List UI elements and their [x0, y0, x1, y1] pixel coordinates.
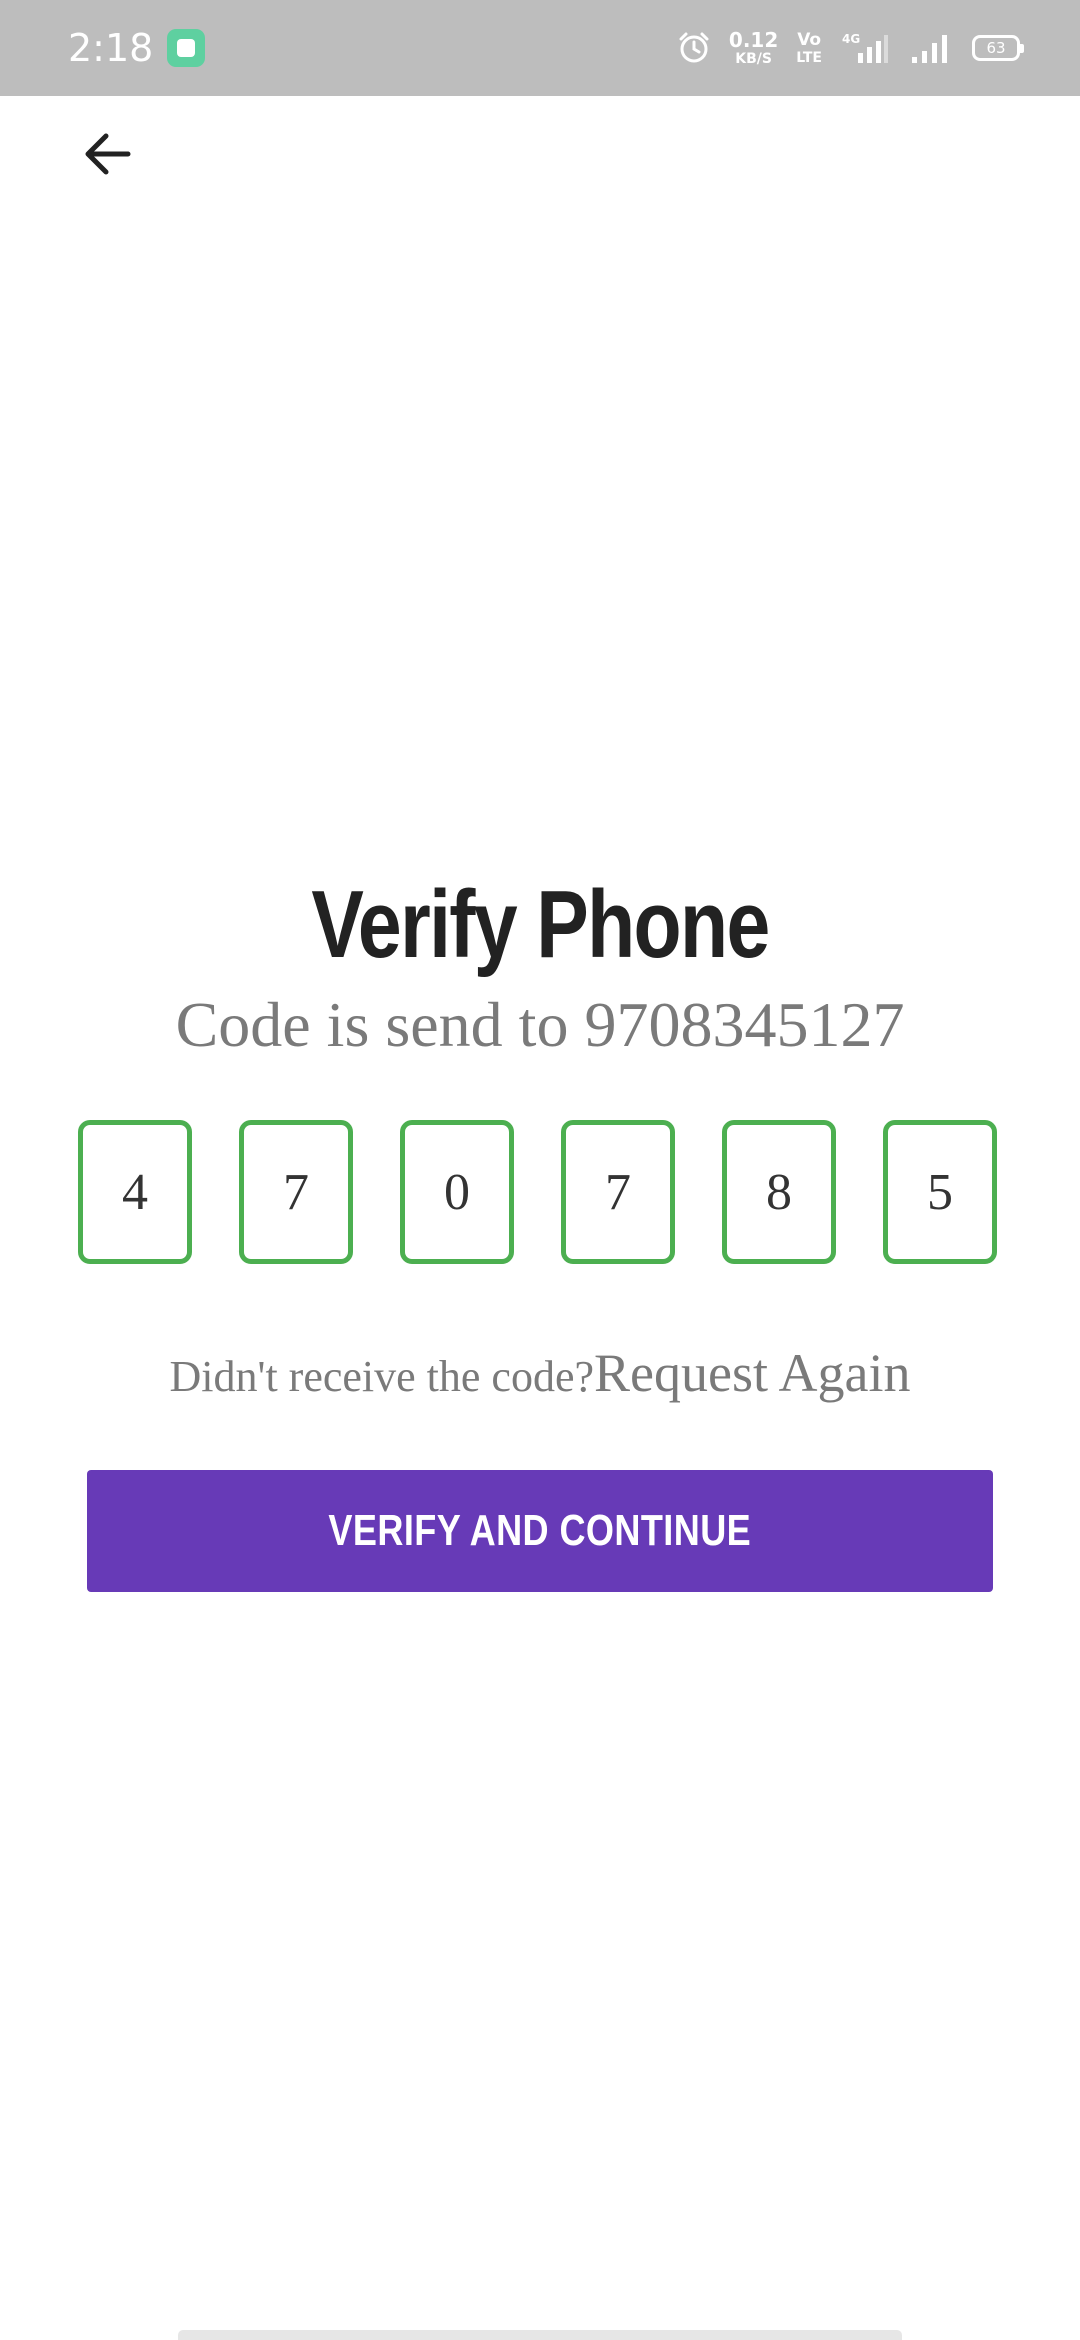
signal-4g-icon: 4G: [842, 32, 888, 63]
otp-digit-4[interactable]: 7: [561, 1120, 675, 1264]
status-bar: 2:18 0.12 KB/S Vo LTE 4G 63: [0, 0, 1080, 96]
status-time: 2:18: [68, 26, 154, 70]
resend-line: Didn't receive the code?Request Again: [0, 1342, 1080, 1404]
battery-icon: 63: [972, 35, 1024, 61]
resend-prompt: Didn't receive the code?: [169, 1352, 595, 1401]
otp-digit-2[interactable]: 7: [239, 1120, 353, 1264]
app-notification-icon: [167, 29, 205, 67]
status-icons: 0.12 KB/S Vo LTE 4G 63: [677, 0, 1024, 96]
alarm-icon: [679, 32, 709, 63]
verify-and-continue-button[interactable]: VERIFY AND CONTINUE: [87, 1470, 993, 1592]
network-speed: 0.12 KB/S: [729, 30, 778, 66]
volte-top: Vo: [797, 29, 822, 50]
arrow-left-icon: [85, 133, 131, 175]
volte-indicator: Vo LTE: [796, 29, 822, 66]
back-button[interactable]: [66, 112, 150, 196]
volte-bottom: LTE: [796, 49, 822, 66]
gesture-nav-handle: [178, 2330, 902, 2340]
battery-level: 63: [986, 39, 1006, 57]
page-title: Verify Phone: [311, 871, 770, 978]
otp-digit-3[interactable]: 0: [400, 1120, 514, 1264]
otp-digit-5[interactable]: 8: [722, 1120, 836, 1264]
network-speed-unit: KB/S: [735, 51, 772, 67]
verify-button-label: VERIFY AND CONTINUE: [328, 1506, 752, 1555]
network-speed-value: 0.12: [728, 28, 779, 52]
otp-digit-6[interactable]: 5: [883, 1120, 997, 1264]
signal-strength-icon: [912, 35, 947, 63]
svg-text:4G: 4G: [842, 32, 860, 46]
request-again-link[interactable]: Request Again: [594, 1343, 910, 1403]
otp-digit-1[interactable]: 4: [78, 1120, 192, 1264]
otp-input-row: 4 7 0 7 8 5: [78, 1120, 1002, 1270]
code-sent-subtitle: Code is send to 9708345127: [175, 989, 905, 1060]
